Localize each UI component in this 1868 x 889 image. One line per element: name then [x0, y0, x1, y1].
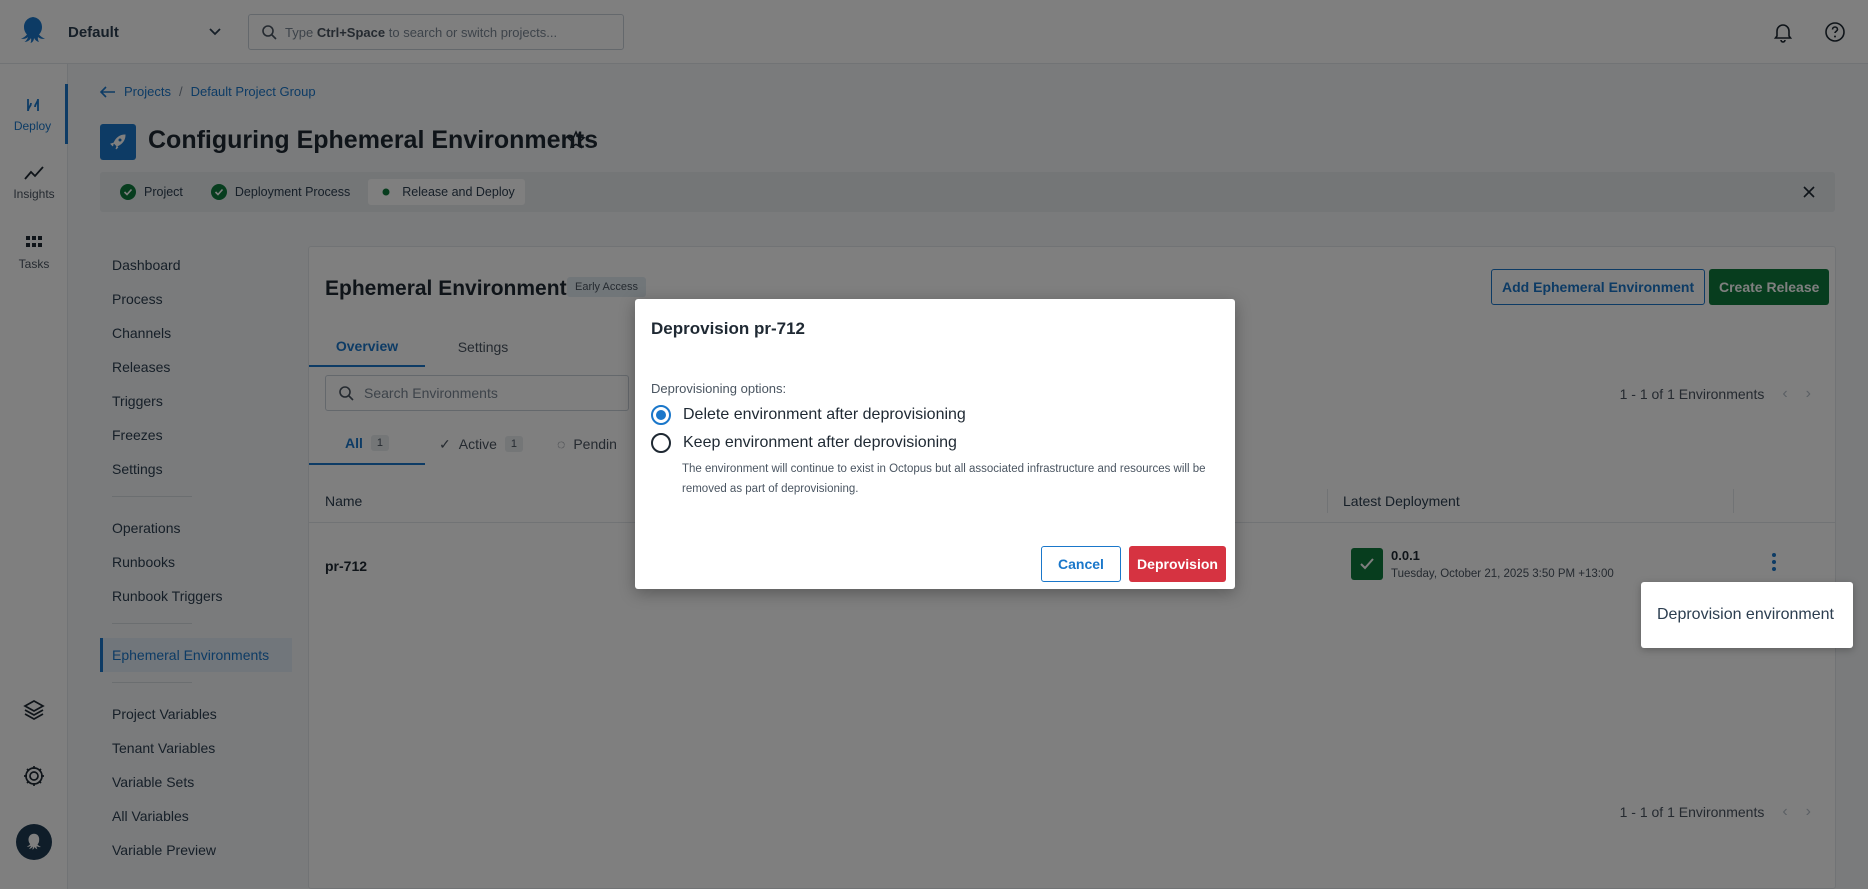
radio-selected-icon[interactable] — [651, 405, 671, 425]
radio-unselected-icon[interactable] — [651, 433, 671, 453]
dialog-options-label: Deprovisioning options: — [651, 381, 787, 396]
option-label: Delete environment after deprovisioning — [683, 406, 966, 423]
cancel-button[interactable]: Cancel — [1041, 546, 1121, 582]
deprovision-dialog: Deprovision pr-712 Deprovisioning option… — [635, 299, 1235, 589]
dialog-title: Deprovision pr-712 — [651, 319, 805, 338]
deprovision-button[interactable]: Deprovision — [1129, 546, 1226, 582]
menu-item-deprovision-environment[interactable]: Deprovision environment — [1657, 606, 1834, 624]
option-delete-environment[interactable]: Delete environment after deprovisioning — [651, 405, 966, 425]
option-help-text: The environment will continue to exist i… — [682, 463, 1206, 495]
option-label: Keep environment after deprovisioning — [683, 434, 957, 451]
option-keep-environment[interactable]: Keep environment after deprovisioning — [651, 433, 957, 453]
row-context-menu: Deprovision environment — [1641, 582, 1853, 648]
